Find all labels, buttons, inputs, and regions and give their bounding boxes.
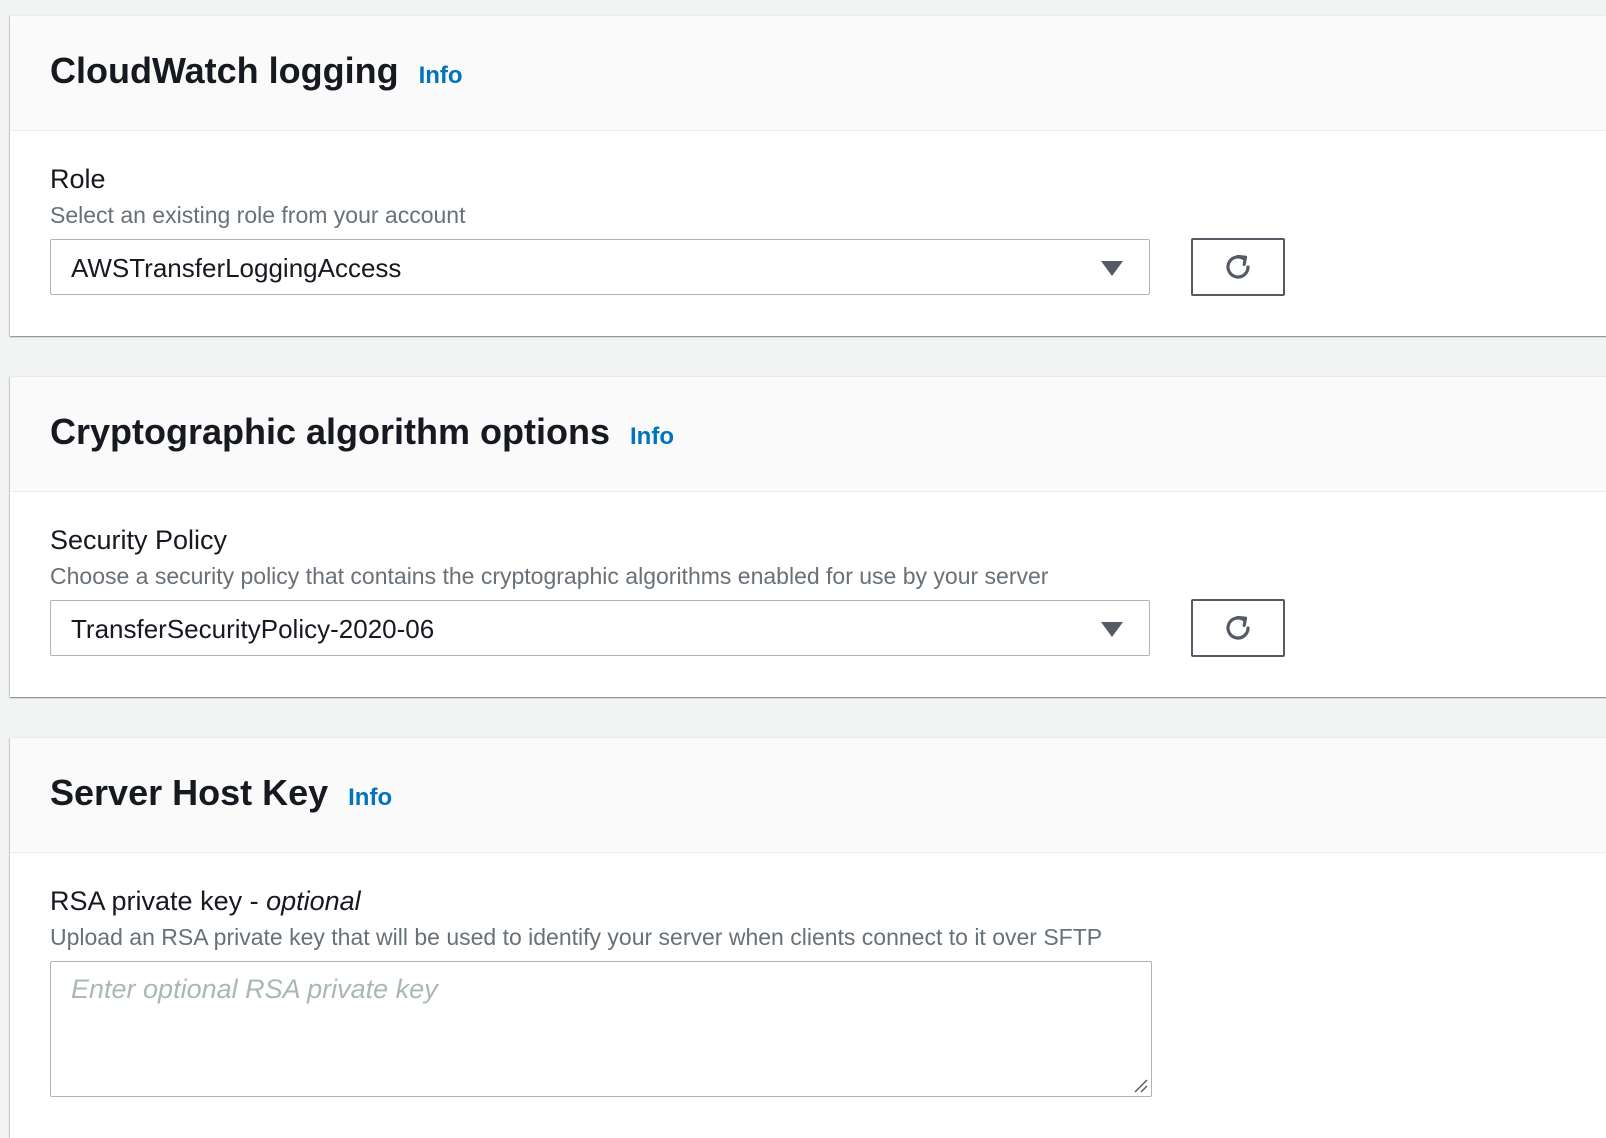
panel-header: Server Host Key Info: [10, 738, 1606, 853]
panel-title: Cryptographic algorithm options Info: [50, 411, 674, 453]
hostkey-info-link[interactable]: Info: [348, 784, 392, 812]
panel-header: CloudWatch logging Info: [10, 16, 1606, 131]
role-description: Select an existing role from your accoun…: [50, 202, 466, 228]
role-select-value: AWSTransferLoggingAccess: [71, 253, 402, 283]
cloudwatch-info-link[interactable]: Info: [419, 62, 463, 90]
hostkey-title: Server Host Key: [50, 772, 329, 813]
refresh-icon: [1226, 615, 1250, 640]
security-policy-select-value: TransferSecurityPolicy-2020-06: [71, 614, 435, 644]
caret-down-icon: [1101, 622, 1123, 637]
rsa-key-placeholder: Enter optional RSA private key: [71, 974, 438, 1004]
refresh-icon: [1226, 254, 1250, 279]
role-refresh-button[interactable]: [1191, 238, 1285, 296]
server-host-key-panel: Server Host Key Info RSA private key - o…: [10, 737, 1606, 1138]
panel-header: Cryptographic algorithm options Info: [10, 377, 1606, 492]
role-select[interactable]: AWSTransferLoggingAccess: [50, 239, 1150, 295]
crypto-info-link[interactable]: Info: [630, 423, 674, 451]
caret-down-icon: [1101, 261, 1123, 276]
rsa-key-label-text: RSA private key -: [50, 886, 267, 916]
resize-handle-icon[interactable]: [1132, 1077, 1148, 1093]
cloudwatch-logging-panel: CloudWatch logging Info Role Select an e…: [10, 15, 1606, 336]
cryptographic-options-panel: Cryptographic algorithm options Info Sec…: [10, 376, 1606, 697]
security-policy-label: Security Policy: [50, 525, 228, 555]
role-label: Role: [50, 164, 106, 194]
rsa-key-description: Upload an RSA private key that will be u…: [50, 924, 1103, 950]
optional-tag: optional: [266, 886, 361, 916]
security-policy-refresh-button[interactable]: [1191, 599, 1285, 657]
rsa-key-textarea[interactable]: Enter optional RSA private key: [50, 961, 1152, 1097]
crypto-title: Cryptographic algorithm options: [50, 411, 611, 452]
panel-title: Server Host Key Info: [50, 772, 392, 814]
security-policy-select[interactable]: TransferSecurityPolicy-2020-06: [50, 600, 1150, 656]
rsa-key-label: RSA private key - optional: [50, 886, 361, 917]
security-policy-description: Choose a security policy that contains t…: [50, 563, 1049, 589]
cloudwatch-title: CloudWatch logging: [50, 50, 399, 91]
panel-title: CloudWatch logging Info: [50, 50, 463, 92]
